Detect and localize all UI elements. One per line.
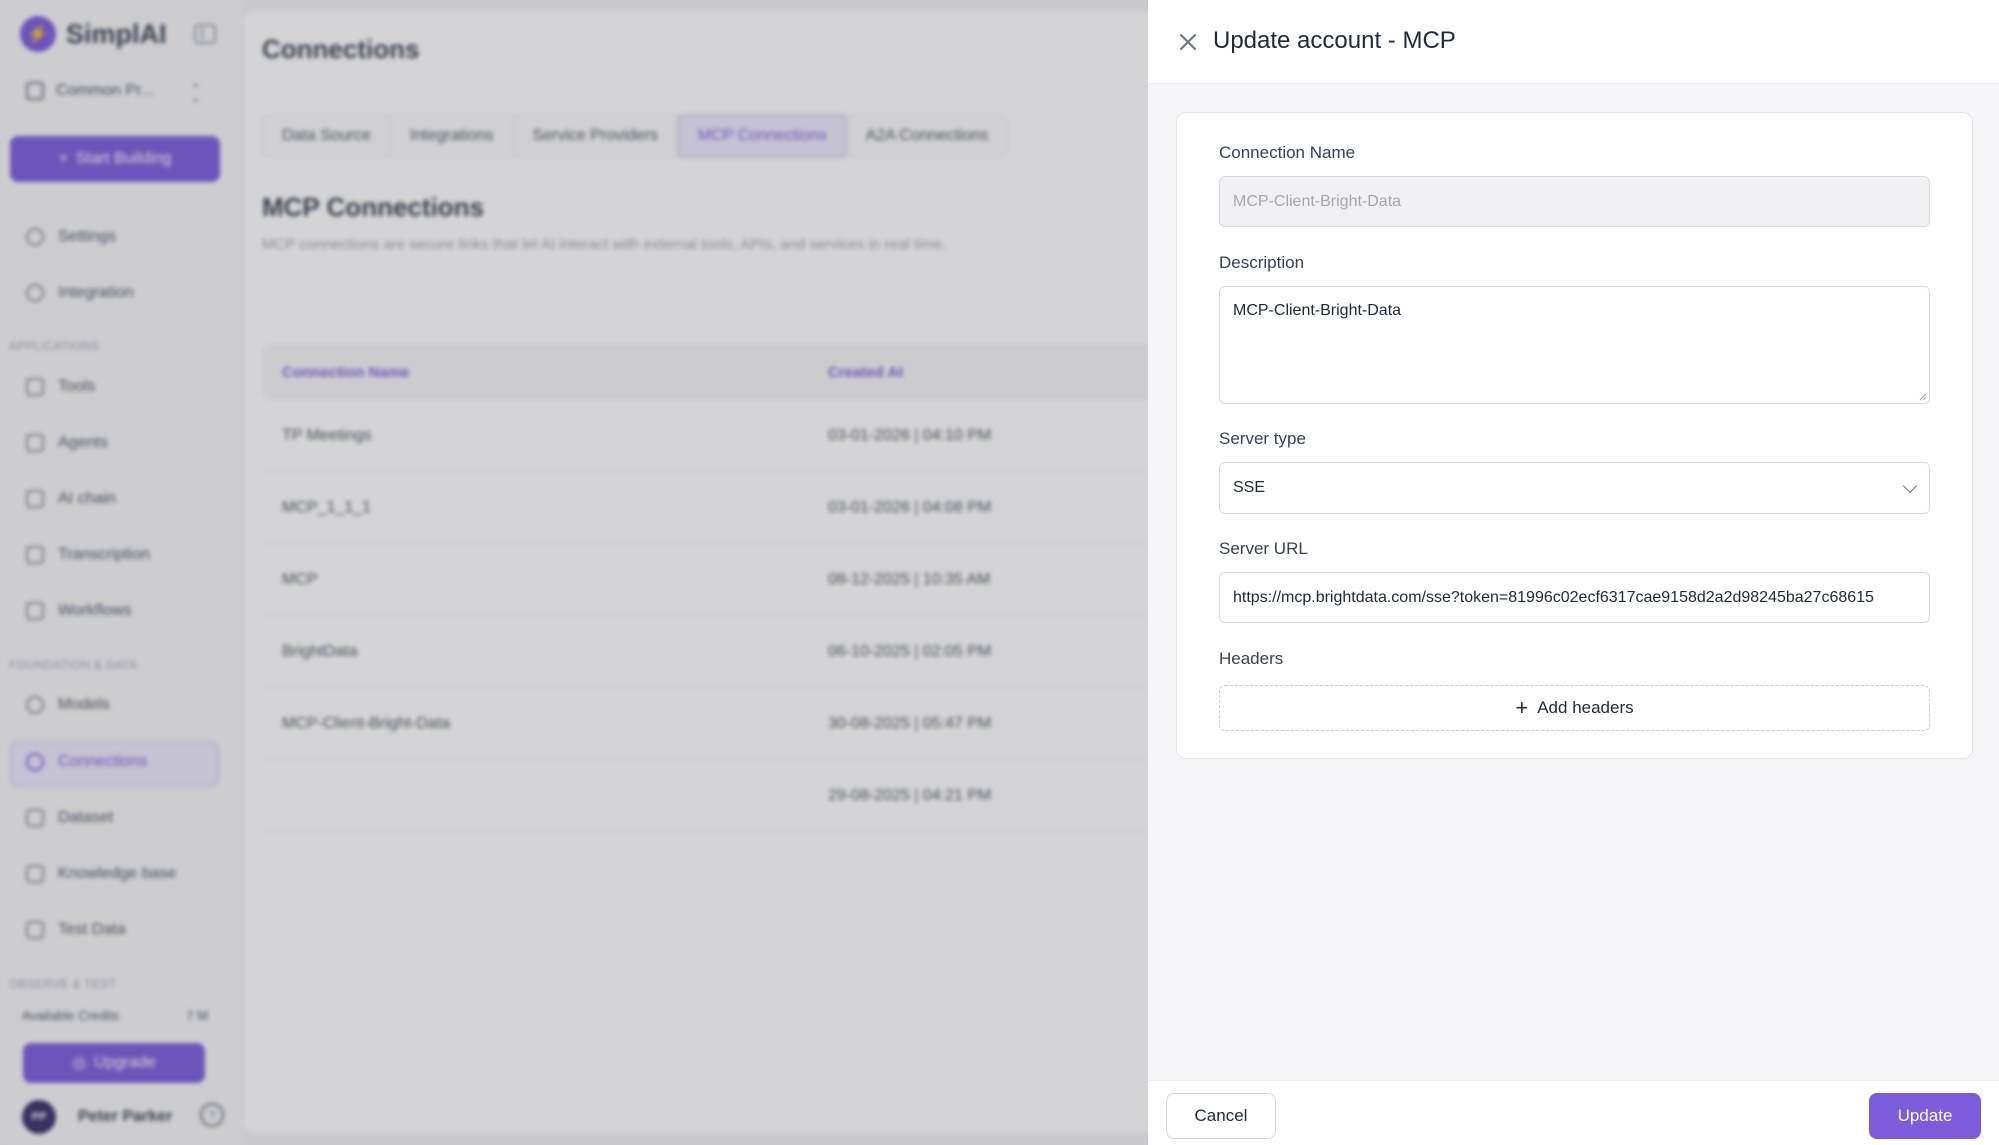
add-headers-label: Add headers	[1537, 698, 1634, 717]
modal-backdrop[interactable]	[0, 0, 1148, 1145]
update-button[interactable]: Update	[1869, 1093, 1981, 1139]
connection-name-label: Connection Name	[1219, 143, 1356, 162]
drawer-footer: Cancel Update	[1148, 1080, 1999, 1145]
server-type-value: SSE	[1233, 479, 1266, 496]
server-url-label: Server URL	[1219, 539, 1308, 558]
update-account-drawer: Update account - MCP Connection Name MCP…	[1148, 0, 1999, 1145]
plus-icon: +	[1515, 695, 1529, 720]
close-icon[interactable]	[1176, 30, 1200, 54]
connection-name-input: MCP-Client-Bright-Data	[1219, 176, 1930, 227]
resize-handle-icon[interactable]	[1917, 391, 1927, 401]
headers-label: Headers	[1219, 649, 1284, 668]
add-headers-button[interactable]: + Add headers	[1219, 685, 1930, 731]
server-type-label: Server type	[1219, 429, 1306, 448]
server-url-input[interactable]: https://mcp.brightdata.com/sse?token=819…	[1219, 572, 1930, 623]
chevron-down-icon	[1902, 478, 1918, 494]
description-textarea[interactable]: MCP-Client-Bright-Data	[1219, 286, 1930, 404]
description-label: Description	[1219, 253, 1305, 272]
drawer-header: Update account - MCP	[1148, 0, 1999, 84]
form-card: Connection Name MCP-Client-Bright-Data D…	[1176, 112, 1973, 759]
server-type-select[interactable]: SSE	[1219, 462, 1930, 514]
drawer-title: Update account - MCP	[1213, 27, 1456, 54]
cancel-button[interactable]: Cancel	[1166, 1093, 1276, 1139]
description-value: MCP-Client-Bright-Data	[1233, 302, 1402, 319]
